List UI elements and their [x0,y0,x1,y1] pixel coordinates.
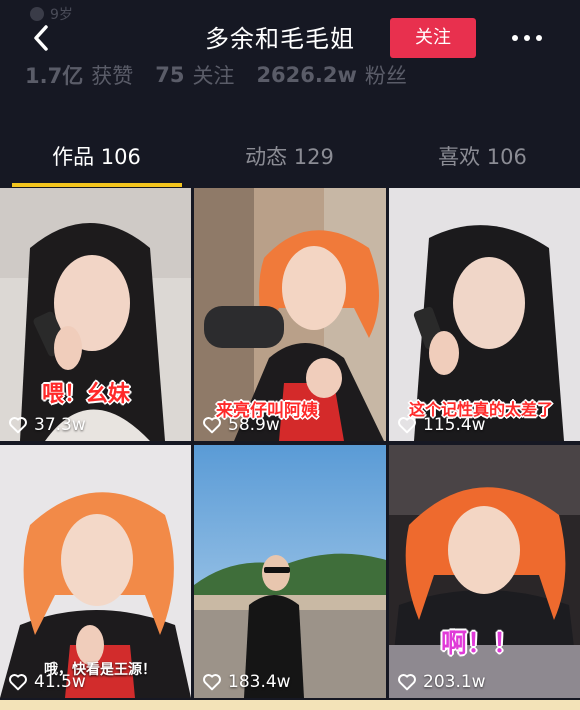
video-thumbnail[interactable]: 这个记性真的太差了 115.4w [389,188,580,441]
heart-icon [9,674,27,691]
likes-count-text: 203.1w [423,672,486,692]
likes-count-text: 58.9w [228,415,280,435]
profile-stats: 1.7亿 获赞 75 关注 2626.2w 粉丝 [25,60,429,90]
tab-works[interactable]: 作品 106 [0,130,193,188]
follow-button[interactable]: 关注 [390,18,476,58]
followers-count[interactable]: 2626.2w [256,63,356,87]
video-likes: 115.4w [397,415,486,435]
likes-count-text: 183.4w [228,672,291,692]
more-dot-icon [524,35,530,41]
profile-header: 9岁 多余和毛毛姐 关注 1.7亿 获赞 75 关注 2626.2w 粉丝 作品… [0,0,580,190]
profile-tabs: 作品 106 动态 129 喜欢 106 [0,130,580,188]
tab-activity[interactable]: 动态 129 [193,130,386,188]
more-options-button[interactable] [512,28,542,48]
active-tab-indicator [12,183,182,187]
video-likes: 183.4w [202,672,291,692]
video-caption: 喂！幺妹 [42,382,131,407]
video-likes: 37.3w [8,415,86,435]
video-frame-image [389,445,580,698]
more-dot-icon [536,35,542,41]
likes-count-text: 37.3w [34,415,86,435]
likes-count-text: 41.5w [34,672,86,692]
heart-icon [398,417,416,434]
video-likes: 203.1w [397,672,486,692]
video-frame-image [194,445,386,698]
likes-count: 1.7亿 [25,64,84,88]
following-label[interactable]: 关注 [192,60,234,90]
following-count[interactable]: 75 [155,63,184,87]
video-caption: 啊！！ [441,629,520,659]
user-icon [30,7,44,21]
video-likes: 41.5w [8,672,86,692]
tab-likes[interactable]: 喜欢 106 [386,130,579,188]
video-thumbnail[interactable]: 来亮仔叫阿姨 58.9w [194,188,386,441]
video-thumbnail[interactable]: 啊！！ 203.1w [389,445,580,698]
page-title: 多余和毛毛姐 [205,25,355,53]
more-dot-icon [512,35,518,41]
likes-count-text: 115.4w [423,415,486,435]
video-thumbnail[interactable]: 喂！幺妹 37.3w [0,188,191,441]
chevron-left-icon [34,25,48,51]
likes-label: 获赞 [91,64,134,88]
heart-icon [398,674,416,691]
heart-icon [9,417,27,434]
followers-label[interactable]: 粉丝 [365,60,407,90]
video-grid: 喂！幺妹 37.3w 来亮仔叫阿姨 58.9w 这个记性真的太差了 115.4w… [0,188,580,710]
video-likes: 58.9w [202,415,280,435]
next-row-peek [0,700,580,710]
video-thumbnail[interactable]: 183.4w [194,445,386,698]
heart-icon [203,417,221,434]
video-thumbnail[interactable]: 哦，快看是王源！ 41.5w [0,445,191,698]
heart-icon [203,674,221,691]
back-button[interactable] [24,20,58,56]
